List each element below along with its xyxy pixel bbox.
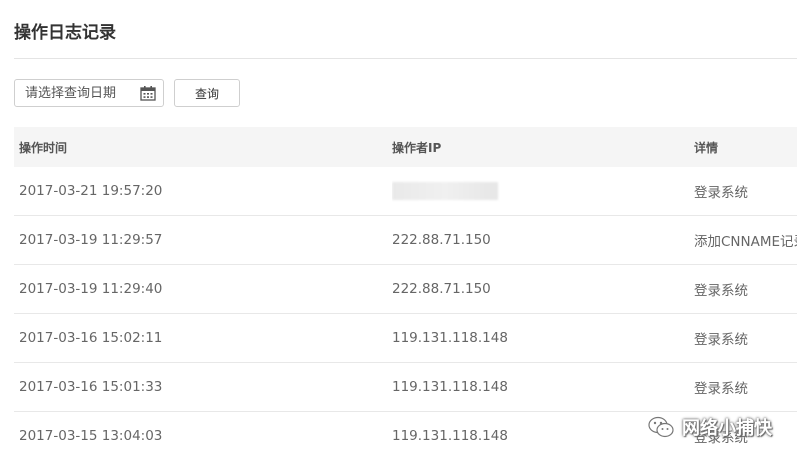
table-header: 操作时间 操作者IP 详情 [14,127,797,167]
header-detail: 详情 [694,140,719,155]
row-ip: 222.88.71.150 [392,281,491,297]
table-row: 2017-03-21 19:57:20 登录系统 [14,167,797,216]
watermark: 网络小捕快 [648,412,772,442]
table-row: 2017-03-16 15:02:11 119.131.118.148 登录系统 [14,314,797,363]
row-detail: 添加CNNAME记录 [694,234,797,250]
table-row: 2017-03-19 11:29:40 222.88.71.150 登录系统 [14,265,797,314]
table-row: 2017-03-16 15:01:33 119.131.118.148 登录系统 [14,363,797,412]
date-input[interactable] [15,80,137,106]
log-table: 操作时间 操作者IP 详情 2017-03-21 19:57:20 登录系统 2… [14,127,797,460]
calendar-icon[interactable] [140,86,156,101]
row-detail: 登录系统 [694,283,748,299]
title-divider [14,58,797,59]
query-button[interactable]: 查询 [174,79,240,107]
redacted-ip [392,182,498,200]
wechat-icon [648,416,674,438]
row-ip [392,167,692,215]
row-time: 2017-03-19 11:29:40 [19,281,163,297]
date-picker[interactable] [14,79,164,107]
page-title: 操作日志记录 [14,23,116,43]
row-ip: 119.131.118.148 [392,428,508,444]
table-row: 2017-03-19 11:29:57 222.88.71.150 添加CNNA… [14,216,797,265]
row-ip: 119.131.118.148 [392,379,508,395]
row-time: 2017-03-16 15:01:33 [19,379,163,395]
row-time: 2017-03-21 19:57:20 [19,183,163,199]
row-time: 2017-03-19 11:29:57 [19,232,163,248]
header-ip: 操作者IP [392,140,442,155]
watermark-text: 网络小捕快 [682,418,772,439]
header-time: 操作时间 [19,140,68,155]
row-detail: 登录系统 [694,381,748,397]
row-detail: 登录系统 [694,332,748,348]
row-ip: 222.88.71.150 [392,232,491,248]
row-detail: 登录系统 [694,185,748,201]
row-ip: 119.131.118.148 [392,330,508,346]
row-time: 2017-03-15 13:04:03 [19,428,163,444]
row-time: 2017-03-16 15:02:11 [19,330,163,346]
